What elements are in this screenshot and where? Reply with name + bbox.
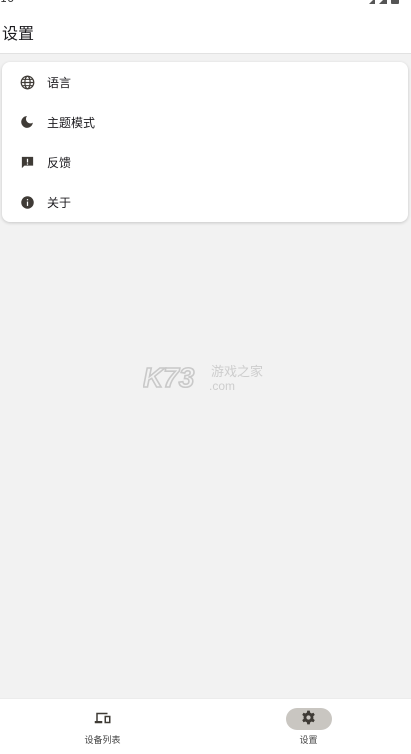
settings-item-feedback[interactable]: 反馈 [2,142,408,182]
page-title: 设置 [2,24,35,43]
settings-card: 语言 主题模式 反馈 关于 [2,62,408,222]
settings-item-label: 主题模式 [47,115,96,130]
nav-item-settings[interactable]: 设置 [206,699,411,754]
nav-icon-container [80,708,126,730]
status-icons [369,0,399,4]
nav-label: 设置 [299,736,318,746]
watermark-brand: K73 [143,362,195,393]
settings-item-about[interactable]: 关于 [2,182,408,222]
watermark-domain: .com [209,379,235,393]
settings-item-label: 关于 [47,195,72,210]
watermark-text: 游戏之家 [211,364,263,380]
nav-icon-container [285,708,332,730]
gear-icon [301,710,316,729]
devices-icon [94,710,112,729]
info-icon [19,194,35,210]
nav-label: 设备列表 [84,736,121,746]
globe-icon [19,74,35,90]
settings-item-language[interactable]: 语言 [2,62,408,102]
feedback-icon [19,154,35,170]
bottom-nav: 设备列表 设置 [0,698,411,754]
settings-item-theme[interactable]: 主题模式 [2,102,408,142]
settings-item-label: 反馈 [47,155,72,170]
settings-item-label: 语言 [47,75,72,90]
app-bar: 16 设置 [0,0,411,54]
moon-icon [19,114,35,130]
settings-screen: 16 设置 语言 [0,0,411,754]
status-time: 16 [0,0,14,5]
nav-item-devices[interactable]: 设备列表 [0,699,205,754]
watermark-logo: K73 游戏之家 .com [143,361,263,394]
